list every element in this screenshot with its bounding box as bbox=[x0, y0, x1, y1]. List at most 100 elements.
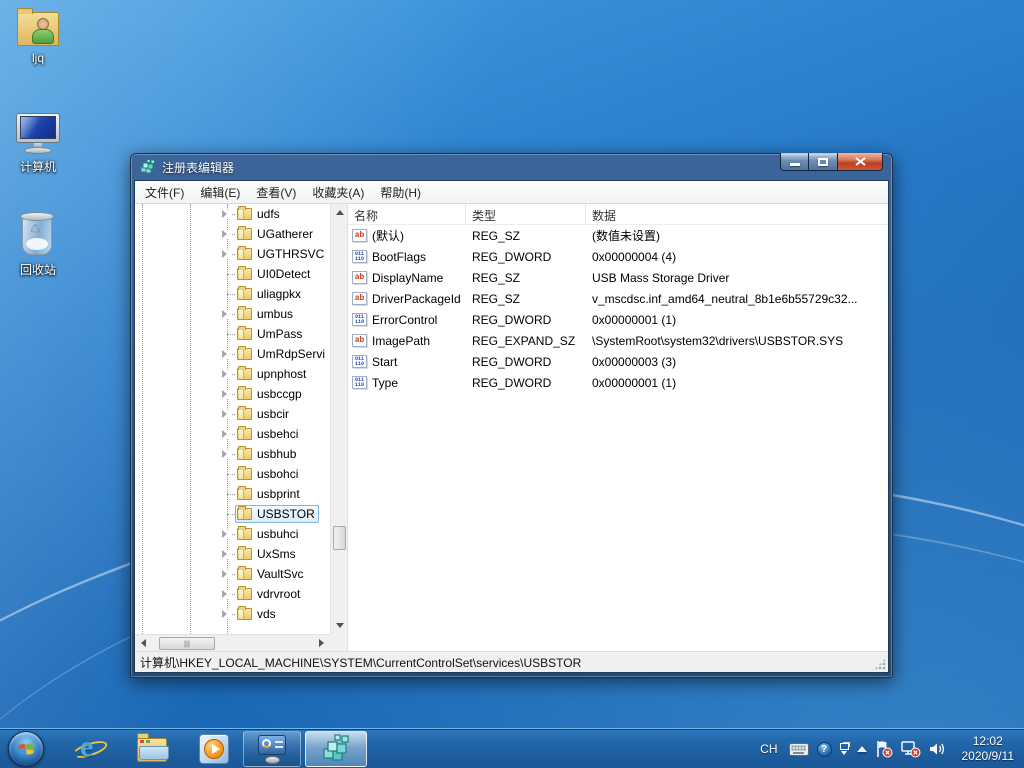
tree-item-usbuhci[interactable]: usbuhci bbox=[135, 524, 330, 544]
tree-item-content: UI0Detect bbox=[235, 265, 314, 283]
menu-favorites[interactable]: 收藏夹(A) bbox=[304, 181, 372, 204]
expand-arrow-icon[interactable] bbox=[220, 370, 231, 379]
tree-item-usbehci[interactable]: usbehci bbox=[135, 424, 330, 444]
horizontal-scroll-thumb[interactable] bbox=[159, 637, 215, 650]
tree-item-usbprint[interactable]: usbprint bbox=[135, 484, 330, 504]
tree-item-content: UmRdpServi bbox=[235, 345, 329, 363]
volume-icon[interactable] bbox=[929, 741, 948, 757]
tree-item-content: UGTHRSVC bbox=[235, 245, 328, 263]
tree-item-vds[interactable]: vds bbox=[135, 604, 330, 624]
start-button[interactable] bbox=[8, 731, 44, 767]
show-hidden-icons-button[interactable] bbox=[857, 746, 867, 752]
menu-file[interactable]: 文件(F) bbox=[137, 181, 192, 204]
folder-icon bbox=[237, 248, 252, 260]
expand-arrow-icon[interactable] bbox=[220, 250, 231, 259]
menu-view[interactable]: 查看(V) bbox=[248, 181, 304, 204]
expand-arrow-icon[interactable] bbox=[220, 570, 231, 579]
network-status-icon[interactable] bbox=[901, 740, 921, 758]
tree-item-UmPass[interactable]: UmPass bbox=[135, 324, 330, 344]
action-center-icon[interactable] bbox=[875, 740, 893, 758]
value-row-ErrorControl[interactable]: 011110ErrorControlREG_DWORD0x00000001 (1… bbox=[348, 309, 888, 330]
value-row-Type[interactable]: 011110TypeREG_DWORD0x00000001 (1) bbox=[348, 372, 888, 393]
taskbar-ie-button[interactable]: e bbox=[64, 729, 116, 768]
scroll-down-button[interactable] bbox=[331, 617, 348, 634]
tree-item-upnphost[interactable]: upnphost bbox=[135, 364, 330, 384]
taskbar-explorer-button[interactable] bbox=[126, 729, 178, 768]
desktop-icon-computer[interactable]: 计算机 bbox=[0, 113, 76, 175]
resize-grip[interactable] bbox=[874, 658, 886, 670]
maximize-button[interactable] bbox=[809, 153, 838, 171]
value-row-ImagePath[interactable]: abImagePathREG_EXPAND_SZ\SystemRoot\syst… bbox=[348, 330, 888, 351]
tree-item-umbus[interactable]: umbus bbox=[135, 304, 330, 324]
taskbar-regedit-window-button[interactable] bbox=[305, 731, 367, 767]
language-bar-help-icon[interactable]: ? bbox=[817, 742, 832, 757]
column-header-name[interactable]: 名称 bbox=[348, 204, 466, 224]
close-button[interactable] bbox=[838, 153, 883, 171]
tree-item-UmRdpServi[interactable]: UmRdpServi bbox=[135, 344, 330, 364]
column-header-data[interactable]: 数据 bbox=[586, 204, 888, 224]
tree-item-VaultSvc[interactable]: VaultSvc bbox=[135, 564, 330, 584]
keyboard-icon[interactable] bbox=[789, 743, 809, 756]
desktop-icon-ljq[interactable]: ljq bbox=[0, 8, 76, 65]
menu-edit[interactable]: 编辑(E) bbox=[192, 181, 248, 204]
value-name: ErrorControl bbox=[372, 313, 437, 327]
value-row-DisplayName[interactable]: abDisplayNameREG_SZUSB Mass Storage Driv… bbox=[348, 267, 888, 288]
expand-arrow-icon[interactable] bbox=[220, 530, 231, 539]
value-data: USB Mass Storage Driver bbox=[586, 271, 888, 285]
tree-item-vdrvroot[interactable]: vdrvroot bbox=[135, 584, 330, 604]
tree-item-usbccgp[interactable]: usbccgp bbox=[135, 384, 330, 404]
tree-item-UGatherer[interactable]: UGatherer bbox=[135, 224, 330, 244]
expand-arrow-icon[interactable] bbox=[220, 390, 231, 399]
expand-arrow-icon[interactable] bbox=[220, 350, 231, 359]
folder-icon bbox=[237, 588, 252, 600]
tree-item-USBSTOR[interactable]: USBSTOR bbox=[135, 504, 330, 524]
expand-arrow-icon[interactable] bbox=[220, 450, 231, 459]
tree-horizontal-scrollbar[interactable] bbox=[135, 634, 330, 651]
tree-item-usbcir[interactable]: usbcir bbox=[135, 404, 330, 424]
value-row-(默认)[interactable]: ab(默认)REG_SZ(数值未设置) bbox=[348, 225, 888, 246]
expand-arrow-icon[interactable] bbox=[220, 410, 231, 419]
clock-time: 12:02 bbox=[973, 734, 1003, 748]
expand-arrow-icon[interactable] bbox=[220, 430, 231, 439]
tree-item-udfs[interactable]: udfs bbox=[135, 204, 330, 224]
scroll-right-button[interactable] bbox=[313, 635, 330, 652]
value-row-Start[interactable]: 011110StartREG_DWORD0x00000003 (3) bbox=[348, 351, 888, 372]
tree-item-UxSms[interactable]: UxSms bbox=[135, 544, 330, 564]
tree-item-label: uliagpkx bbox=[257, 287, 301, 301]
tree-item-label: UmPass bbox=[257, 327, 302, 341]
expand-arrow-icon[interactable] bbox=[220, 610, 231, 619]
window-title: 注册表编辑器 bbox=[162, 159, 234, 176]
column-header-type[interactable]: 类型 bbox=[466, 204, 586, 224]
taskbar-control-panel-window-button[interactable] bbox=[243, 731, 301, 767]
folder-icon bbox=[237, 308, 252, 320]
value-name: Type bbox=[372, 376, 398, 390]
tree-item-uliagpkx[interactable]: uliagpkx bbox=[135, 284, 330, 304]
input-language-indicator[interactable]: CH bbox=[757, 740, 780, 758]
expand-arrow-icon[interactable] bbox=[220, 590, 231, 599]
taskbar-media-player-button[interactable] bbox=[188, 729, 240, 768]
value-row-BootFlags[interactable]: 011110BootFlagsREG_DWORD0x00000004 (4) bbox=[348, 246, 888, 267]
scroll-up-button[interactable] bbox=[331, 204, 348, 221]
tree-vertical-scrollbar[interactable] bbox=[330, 204, 347, 634]
tree-item-usbohci[interactable]: usbohci bbox=[135, 464, 330, 484]
tree-item-usbhub[interactable]: usbhub bbox=[135, 444, 330, 464]
taskbar-clock[interactable]: 12:02 2020/9/11 bbox=[956, 734, 1021, 764]
media-player-icon bbox=[199, 734, 229, 764]
folder-icon bbox=[237, 348, 252, 360]
scroll-left-button[interactable] bbox=[135, 635, 152, 652]
expand-arrow-icon[interactable] bbox=[220, 230, 231, 239]
language-bar-options-icon[interactable] bbox=[840, 743, 849, 755]
expand-arrow-icon[interactable] bbox=[220, 550, 231, 559]
regedit-window: 注册表编辑器 文件(F) 编辑(E) 查看(V) 收藏夹(A) 帮助(H) bbox=[130, 153, 893, 678]
tree-item-UGTHRSVC[interactable]: UGTHRSVC bbox=[135, 244, 330, 264]
menu-help[interactable]: 帮助(H) bbox=[372, 181, 429, 204]
title-bar[interactable]: 注册表编辑器 bbox=[134, 154, 889, 180]
vertical-scroll-thumb[interactable] bbox=[333, 526, 346, 550]
minimize-button[interactable] bbox=[780, 153, 809, 171]
expand-arrow-icon[interactable] bbox=[220, 310, 231, 319]
value-row-DriverPackageId[interactable]: abDriverPackageIdREG_SZv_mscdsc.inf_amd6… bbox=[348, 288, 888, 309]
tree-item-UI0Detect[interactable]: UI0Detect bbox=[135, 264, 330, 284]
expand-arrow-icon[interactable] bbox=[220, 210, 231, 219]
desktop-icon-recycle-bin[interactable]: ♺ 回收站 bbox=[0, 212, 76, 278]
value-data: 0x00000004 (4) bbox=[586, 250, 888, 264]
